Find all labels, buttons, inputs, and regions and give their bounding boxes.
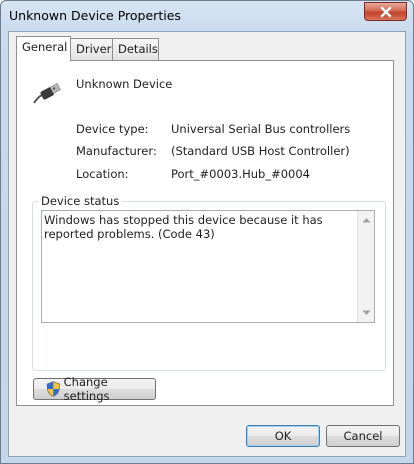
status-scrollbar[interactable] xyxy=(357,211,374,322)
close-icon xyxy=(380,6,391,17)
cancel-button[interactable]: Cancel xyxy=(326,425,400,447)
location-label: Location: xyxy=(76,167,129,181)
location-value: Port_#0003.Hub_#0004 xyxy=(171,167,310,181)
properties-dialog: Unknown Device Properties General Driver… xyxy=(0,0,414,464)
tab-general[interactable]: General xyxy=(16,36,71,61)
dialog-body: General Driver Details Unknown Device De… xyxy=(8,31,406,457)
close-button[interactable] xyxy=(364,2,407,21)
general-tab-panel: Unknown Device Device type: Universal Se… xyxy=(16,60,394,406)
manufacturer-label: Manufacturer: xyxy=(76,144,157,158)
tab-details[interactable]: Details xyxy=(112,38,159,60)
window-title: Unknown Device Properties xyxy=(9,8,181,23)
manufacturer-value: (Standard USB Host Controller) xyxy=(171,144,350,158)
device-name: Unknown Device xyxy=(76,77,173,91)
scroll-up-icon[interactable] xyxy=(362,217,371,223)
device-status-text: Windows has stopped this device because … xyxy=(44,213,323,241)
change-settings-button[interactable]: Change settings xyxy=(33,375,156,403)
ok-button[interactable]: OK xyxy=(246,425,320,447)
device-status-textbox[interactable]: Windows has stopped this device because … xyxy=(41,210,375,323)
device-status-legend: Device status xyxy=(38,194,123,208)
device-type-label: Device type: xyxy=(76,122,149,136)
scroll-down-icon[interactable] xyxy=(362,310,371,316)
usb-plug-icon xyxy=(33,83,61,104)
change-settings-label: Change settings xyxy=(63,375,110,403)
device-type-value: Universal Serial Bus controllers xyxy=(171,122,351,136)
tab-driver[interactable]: Driver xyxy=(70,38,113,60)
device-status-group: Device status Windows has stopped this d… xyxy=(32,194,386,371)
title-bar[interactable]: Unknown Device Properties xyxy=(1,1,413,31)
uac-shield-icon xyxy=(46,381,60,397)
